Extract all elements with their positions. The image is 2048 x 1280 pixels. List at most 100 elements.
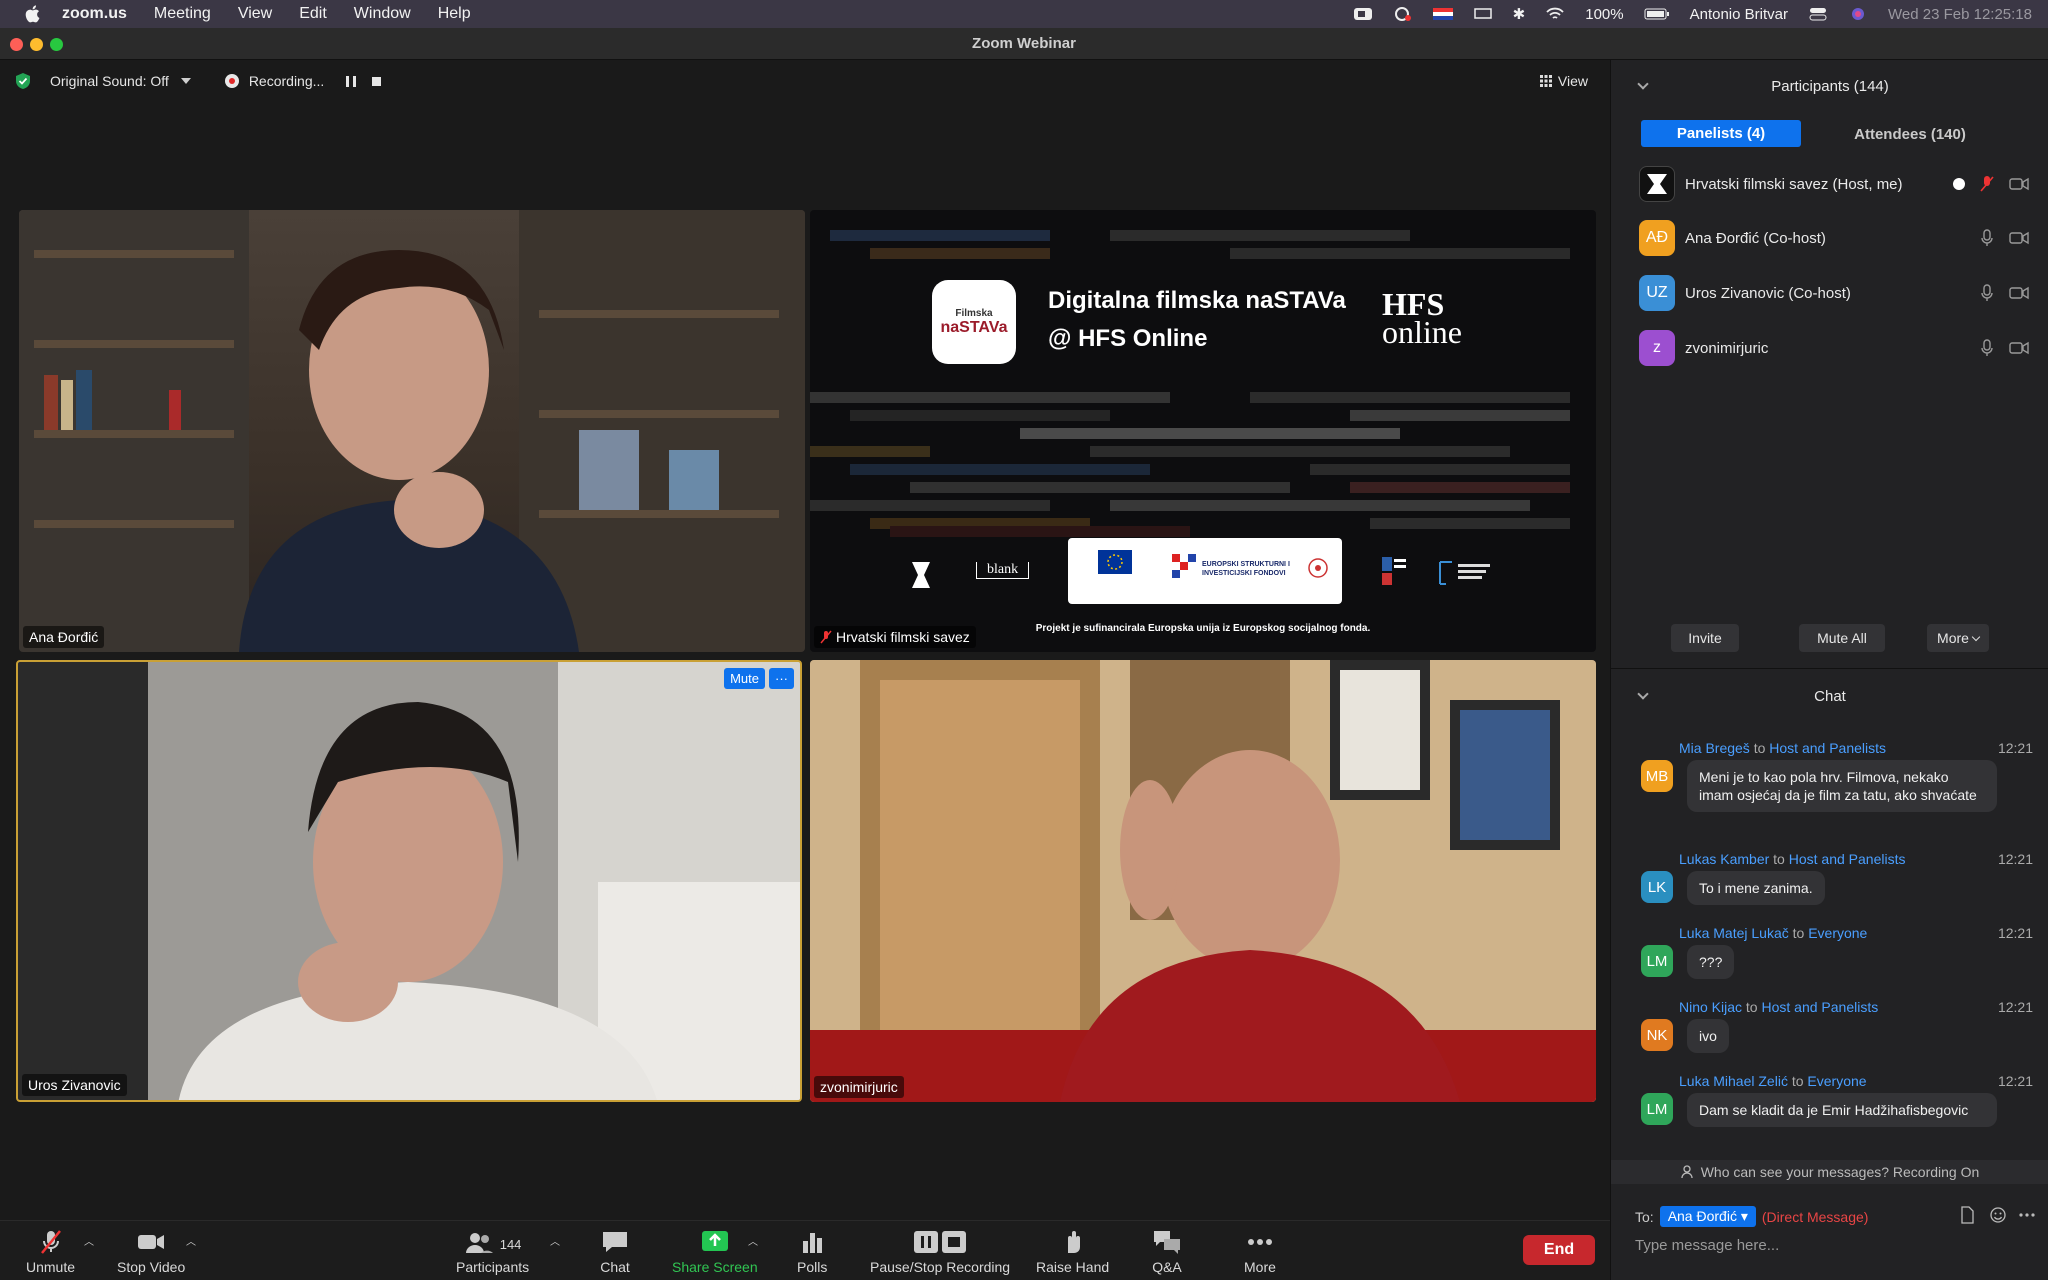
chat-more-icon[interactable] xyxy=(2019,1212,2035,1218)
file-icon[interactable] xyxy=(1959,1206,1975,1224)
partner-logo-icon xyxy=(912,562,930,588)
video-camera-icon[interactable] xyxy=(2009,286,2029,300)
menu-window[interactable]: Window xyxy=(354,5,411,23)
participant-name-label: zvonimirjuric xyxy=(814,1076,904,1098)
chevron-down-icon xyxy=(1971,632,1981,641)
uros-video-frame xyxy=(18,662,800,1100)
participant-name: Ana Đorđić (Co-host) xyxy=(1685,229,1826,247)
video-camera-icon[interactable] xyxy=(2009,231,2029,245)
participant-status-icons xyxy=(1953,175,2029,193)
croatia-flag-icon[interactable] xyxy=(1432,6,1453,22)
emoji-icon[interactable] xyxy=(1989,1206,2007,1224)
video-tile-uros[interactable]: Mute ··· Uros Zivanovic xyxy=(16,660,802,1102)
mic-icon[interactable] xyxy=(1979,229,1995,247)
mute-all-button[interactable]: Mute All xyxy=(1799,624,1885,652)
participants-button[interactable]: 144 Participants xyxy=(456,1229,529,1275)
encryption-shield-icon[interactable] xyxy=(14,72,32,90)
participants-caret-icon[interactable]: ︿ xyxy=(550,1233,560,1248)
menu-meeting[interactable]: Meeting xyxy=(154,5,211,23)
more-button[interactable]: More xyxy=(1244,1229,1276,1275)
chat-label: Chat xyxy=(600,1259,630,1275)
hfs-avatar-logo-icon xyxy=(1647,174,1667,194)
raise-hand-button[interactable]: Raise Hand xyxy=(1036,1229,1109,1275)
siri-icon[interactable] xyxy=(1848,6,1868,22)
menu-app-name[interactable]: zoom.us xyxy=(62,5,127,23)
chat-message: Luka Mihael Zelić to Everyone 12:21 LM D… xyxy=(1629,1073,2033,1153)
menu-bar: zoom.us Meeting View Edit Window Help ✱ … xyxy=(0,0,2048,28)
participant-row[interactable]: Hrvatski filmski savez (Host, me) xyxy=(1639,164,2029,204)
stop-recording-button[interactable] xyxy=(372,76,382,86)
bluetooth-icon[interactable]: ✱ xyxy=(1513,5,1526,23)
video-options-caret-icon[interactable]: ︿ xyxy=(186,1233,196,1248)
unmute-button[interactable]: Unmute xyxy=(26,1229,75,1275)
participant-name: Hrvatski filmski savez xyxy=(836,629,970,645)
user-name[interactable]: Antonio Britvar xyxy=(1690,6,1788,23)
stop-video-button[interactable]: Stop Video xyxy=(117,1229,185,1275)
polls-button[interactable]: Polls xyxy=(797,1229,827,1275)
chat-to-word: to xyxy=(1792,925,1805,941)
screen-share-status-icon[interactable] xyxy=(1393,6,1413,22)
slide-title-line2: @ HFS Online xyxy=(1048,325,1208,352)
view-button[interactable]: View xyxy=(1539,73,1588,89)
participant-name: zvonimirjuric xyxy=(820,1079,898,1095)
chat-to-word: to xyxy=(1745,999,1758,1015)
display-icon[interactable] xyxy=(1473,6,1493,22)
participant-row[interactable]: AĐ Ana Đorđić (Co-host) xyxy=(1639,218,2029,258)
muted-mic-icon[interactable] xyxy=(1979,175,1995,193)
share-screen-button[interactable]: Share Screen xyxy=(672,1229,758,1275)
participant-row[interactable]: z zvonimirjuric xyxy=(1639,328,2029,368)
recording-controls-icon xyxy=(914,1231,967,1253)
tab-attendees[interactable]: Attendees (140) xyxy=(1801,120,2019,148)
audio-options-caret-icon[interactable]: ︿ xyxy=(84,1233,94,1248)
chat-time: 12:21 xyxy=(1997,999,2033,1015)
croatia-checker-icon xyxy=(1172,554,1196,578)
battery-icon[interactable] xyxy=(1644,6,1670,22)
end-webinar-button[interactable]: End xyxy=(1523,1235,1595,1265)
video-tile-ana[interactable]: Ana Đorđić xyxy=(19,210,805,652)
participants-label: Participants xyxy=(456,1259,530,1275)
chat-sender[interactable]: Luka Mihael Zelić xyxy=(1679,1073,1788,1089)
tab-panelists[interactable]: Panelists (4) xyxy=(1641,120,1801,147)
chat-panel-title: Chat xyxy=(1814,688,1846,705)
recipient-dropdown[interactable]: Ana Đorđić ▾ xyxy=(1659,1206,1756,1227)
chat-button[interactable]: Chat xyxy=(600,1229,630,1275)
mute-participant-button[interactable]: Mute xyxy=(724,668,765,689)
chat-message-header: Lukas Kamber to Host and Panelists xyxy=(1679,851,1905,867)
chat-sender[interactable]: Mia Bregeš xyxy=(1679,740,1750,756)
video-camera-icon[interactable] xyxy=(2009,177,2029,191)
share-options-caret-icon[interactable]: ︿ xyxy=(748,1233,758,1248)
shared-slide-tile[interactable]: Filmska naSTAVa Digitalna filmska naSTAV… xyxy=(810,210,1596,652)
original-sound-dropdown-icon[interactable] xyxy=(180,78,191,84)
video-tile-zvonimir[interactable]: zvonimirjuric xyxy=(810,660,1596,1102)
video-camera-icon[interactable] xyxy=(2009,341,2029,355)
menu-edit[interactable]: Edit xyxy=(299,5,327,23)
chat-sender[interactable]: Lukas Kamber xyxy=(1679,851,1769,867)
menu-help[interactable]: Help xyxy=(438,5,471,23)
wifi-icon[interactable] xyxy=(1545,6,1565,22)
chat-message-input[interactable]: Type message here... xyxy=(1635,1237,1779,1254)
avatar: LM xyxy=(1641,945,1673,977)
muted-mic-icon xyxy=(820,630,832,644)
more-options-button[interactable]: ··· xyxy=(769,668,794,689)
mic-icon[interactable] xyxy=(1979,339,1995,357)
pause-recording-button[interactable] xyxy=(346,75,357,87)
participant-row[interactable]: UZ Uros Zivanovic (Co-host) xyxy=(1639,273,2029,313)
apple-icon[interactable] xyxy=(22,3,44,25)
pause-stop-recording-button[interactable]: Pause/Stop Recording xyxy=(870,1229,1010,1275)
clock[interactable]: Wed 23 Feb 12:25:18 xyxy=(1888,6,2032,23)
participant-status-icons xyxy=(1979,284,2029,302)
original-sound-toggle[interactable]: Original Sound: Off xyxy=(50,73,169,89)
chat-sender[interactable]: Luka Matej Lukač xyxy=(1679,925,1789,941)
control-center-icon[interactable] xyxy=(1808,6,1828,22)
menu-view[interactable]: View xyxy=(238,5,272,23)
chat-visibility-notice[interactable]: Who can see your messages? Recording On xyxy=(1611,1160,2048,1184)
slide-title-line1: Digitalna filmska naSTAVa xyxy=(1048,287,1346,314)
invite-button[interactable]: Invite xyxy=(1671,624,1739,652)
qa-button[interactable]: Q&A xyxy=(1152,1229,1182,1275)
zoom-status-icon[interactable] xyxy=(1353,6,1373,22)
more-participants-button[interactable]: More xyxy=(1927,624,1989,652)
chat-time: 12:21 xyxy=(1997,851,2033,867)
hfs-logo-line2: online xyxy=(1382,314,1462,350)
mic-icon[interactable] xyxy=(1979,284,1995,302)
chat-sender[interactable]: Nino Kijac xyxy=(1679,999,1742,1015)
